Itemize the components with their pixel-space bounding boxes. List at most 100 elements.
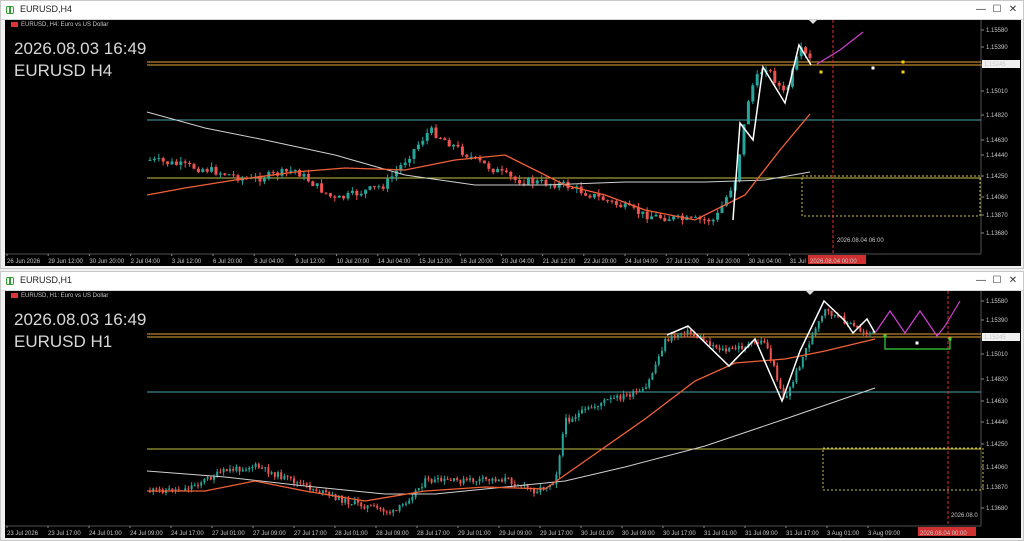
maximize-button[interactable]: ☐ (989, 274, 1005, 288)
time-tick-label: 28 Jul 17:00 (417, 531, 450, 537)
candle-body (425, 132, 429, 141)
candle-body (798, 367, 801, 371)
close-button[interactable]: ✕ (1005, 274, 1021, 288)
time-tick-label: 10 Jul 20:00 (337, 259, 370, 265)
candle-body (587, 407, 590, 409)
candle-body (152, 158, 156, 160)
candle-body (705, 341, 708, 343)
candle-body (408, 158, 412, 163)
candle-body (769, 348, 772, 360)
time-tick-label: 27 Jul 17:00 (294, 531, 327, 537)
candle-body (241, 469, 244, 472)
candle-body (773, 70, 777, 83)
candle-body (280, 168, 284, 176)
minimize-button[interactable]: — (973, 274, 989, 288)
candle-body (670, 335, 673, 342)
candle-body (606, 200, 610, 202)
candle-body (283, 475, 286, 480)
time-tick-label: 31 Jul 01:00 (704, 531, 737, 537)
candle-body (648, 379, 651, 388)
candle-body (357, 500, 359, 503)
chart-window-h4[interactable]: EURUSD,H4 — ☐ ✕ 1.155801.153901.152001.1… (0, 0, 1024, 269)
candle-body (209, 477, 212, 480)
candle-body (257, 463, 260, 468)
candle-body (853, 323, 855, 326)
candle-body (485, 477, 487, 480)
candle-body (664, 338, 667, 351)
candle-body (513, 176, 517, 180)
titlebar-h4[interactable]: EURUSD,H4 — ☐ ✕ (1, 1, 1023, 20)
maximize-button[interactable]: ☐ (989, 3, 1005, 17)
candle-body (315, 489, 318, 492)
chart-window-h1[interactable]: EURUSD,H1 — ☐ ✕ 1.15580 1.15390 1.15010 1.1… (0, 271, 1024, 541)
candle-body (584, 408, 587, 410)
price-tag-label: 1.15245 (984, 62, 1006, 68)
candle-body (353, 500, 356, 505)
candle-body (869, 333, 871, 335)
candle-body (158, 488, 161, 490)
candle-body (346, 192, 350, 199)
candle-body (613, 397, 615, 399)
candle-body (773, 359, 775, 366)
minimize-button[interactable]: — (973, 3, 989, 17)
symbol-description: EURUSD, H1: Euro vs US Dollar (21, 293, 109, 300)
candle-body (789, 387, 791, 397)
price-tick-label: 1.14630 (986, 399, 1008, 405)
chart-canvas[interactable]: 1.15580 1.15390 1.15010 1.14820 1.14630 1.144… (5, 291, 1021, 538)
candle-body (271, 172, 275, 174)
price-tick-label: 1.13680 (986, 231, 1008, 237)
candle-body (782, 85, 786, 91)
candle-body (716, 212, 720, 220)
candle-body (460, 146, 464, 155)
time-tick-label: 30 Jul 01:00 (581, 531, 614, 537)
candle-body (491, 168, 495, 173)
candle-body (177, 489, 180, 491)
chart-window-icon (6, 6, 14, 14)
candle-body (606, 399, 609, 401)
candle-body (196, 168, 200, 172)
candle-body (808, 344, 811, 349)
candle-body (623, 203, 627, 208)
time-tick-label: 24 Jul 01:00 (89, 531, 122, 537)
time-tick-label: 23 Jul 17:00 (48, 531, 81, 537)
price-tick-label: 1.15390 (986, 45, 1008, 51)
candle-body (376, 505, 379, 508)
candle-body (192, 164, 196, 169)
candle-body (238, 466, 241, 472)
candle-body (261, 467, 263, 469)
candle-body (654, 364, 657, 374)
candle-body (593, 406, 596, 408)
candle-body (438, 137, 442, 139)
candle-body (504, 477, 507, 482)
candle-body (507, 477, 510, 479)
candle-body (610, 200, 614, 202)
close-button[interactable]: ✕ (1005, 3, 1021, 17)
candle-body (190, 485, 193, 490)
candle-body (500, 169, 504, 171)
chart-canvas[interactable]: 1.155801.153901.152001.150101.148201.146… (5, 20, 1021, 266)
time-tick-label: 8 Jul 04:00 (254, 259, 284, 265)
candle-body (390, 176, 394, 179)
candle-body (258, 176, 262, 182)
price-chart-h1[interactable]: 1.15580 1.15390 1.15010 1.14820 1.14630 1.144… (5, 291, 1021, 538)
time-tick-label: 20 Jul 04:00 (501, 259, 534, 265)
candle-body (577, 413, 580, 418)
candle-body (686, 330, 689, 335)
candle-body (738, 154, 742, 181)
candle-body (731, 347, 734, 349)
time-tick-label: 21 Jul 12:00 (543, 259, 576, 265)
price-chart-h4[interactable]: 1.155801.153901.152001.150101.148201.146… (5, 20, 1021, 266)
candle-body (625, 394, 628, 396)
candle-body (437, 478, 439, 480)
candle-body (235, 466, 238, 471)
window-title: EURUSD,H1 (20, 275, 73, 285)
price-tick-label: 1.15010 (986, 89, 1008, 95)
candle-body (273, 472, 276, 477)
time-tick-label: 30 Jun 20:00 (89, 259, 124, 265)
titlebar-h1[interactable]: EURUSD,H1 — ☐ ✕ (1, 272, 1023, 291)
candle-body (601, 196, 605, 201)
price-tick-label: 1.15580 (986, 299, 1008, 305)
candle-body (865, 332, 868, 335)
candle-body (584, 193, 588, 196)
level-marker (901, 60, 905, 64)
